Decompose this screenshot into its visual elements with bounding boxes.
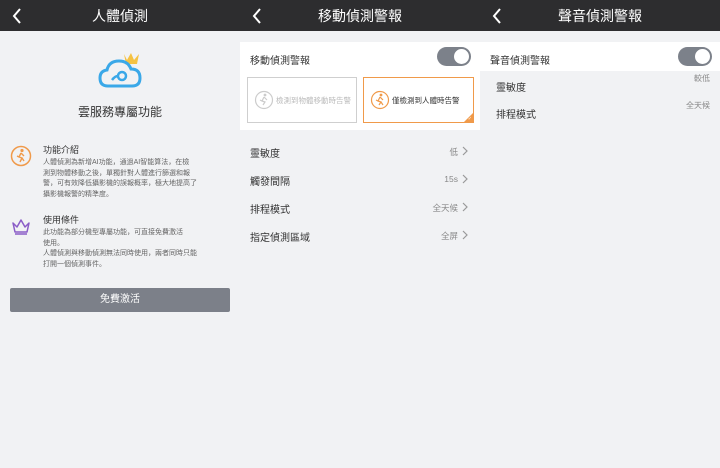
option-human-only-text: 僅檢測到人體時告警 (392, 96, 460, 105)
row-label: 排程模式 (250, 205, 290, 216)
toggle-knob (695, 49, 710, 64)
feature-intro: 功能介紹 人體偵測為新增AI功能，通過AI智能算法，在檢 測到物體移動之後，單獨… (10, 143, 232, 213)
row-label: 指定偵測區域 (250, 233, 310, 244)
row-value: 低 (449, 147, 458, 157)
sound-detection-screen: 聲音偵測警報 聲音偵測警報 靈敏度 較低 排程模式 全天候 (480, 0, 720, 468)
row-value: 全屏 (440, 231, 458, 241)
chevron-right-icon (462, 174, 468, 184)
row-schedule-mode[interactable]: 排程模式 全天候 (240, 193, 480, 221)
sound-alert-toggle[interactable] (678, 47, 712, 66)
object-motion-icon (254, 90, 274, 110)
row-label: 觸發間隔 (250, 177, 290, 188)
page-title: 聲音偵測警報 (558, 8, 642, 24)
intro-body: 人體偵測為新增AI功能，通過AI智能算法，在檢 測到物體移動之後，單獨針對人體進… (43, 159, 197, 198)
intro-heading: 功能介紹 (43, 145, 80, 155)
feature-conditions: 使用條件 此功能為部分機型專屬功能，可直接免費激活 使用。 人體偵測與移動偵測無… (10, 213, 232, 273)
sound-toggle-row: 聲音偵測警報 (480, 42, 720, 71)
cloud-crown-icon (98, 50, 144, 90)
chevron-right-icon (462, 202, 468, 212)
conditions-body: 此功能為部分機型專屬功能，可直接免費激活 使用。 人體偵測與移動偵測無法同時使用… (43, 229, 197, 268)
row-trigger-interval[interactable]: 觸發間隔 15s (240, 165, 480, 193)
free-activate-button[interactable]: 免費激活 (10, 288, 230, 312)
motion-detection-screen: 移動偵測警報 移動偵測警報 檢測到物體移動時告警 僅檢測到人體時告警 ✓ 靈敏度… (240, 0, 480, 468)
sound-toggle-label: 聲音偵測警報 (490, 56, 550, 67)
row-sensitivity[interactable]: 靈敏度 較低 (480, 71, 720, 97)
row-schedule-mode[interactable]: 排程模式 全天候 (480, 98, 720, 124)
chevron-right-icon (462, 230, 468, 240)
motion-alert-toggle[interactable] (437, 47, 471, 66)
human-walk-icon (370, 90, 390, 110)
row-label: 靈敏度 (250, 149, 280, 160)
nav-bar: 人體偵測 (0, 0, 240, 31)
cloud-service-title: 雲服務專屬功能 (77, 105, 162, 119)
option-object-motion-text: 檢測到物體移動時告警 (276, 96, 351, 105)
row-value: 全天候 (432, 203, 458, 213)
conditions-heading: 使用條件 (43, 215, 80, 225)
option-object-motion[interactable]: 檢測到物體移動時告警 (247, 77, 357, 123)
check-icon: ✓ (467, 116, 472, 122)
page-title: 移動偵測警報 (318, 8, 402, 24)
crown-icon (10, 215, 32, 237)
row-value: 15s (444, 174, 458, 184)
toggle-knob (454, 49, 469, 64)
chevron-right-icon (462, 146, 468, 156)
row-detection-area[interactable]: 指定偵測區域 全屏 (240, 221, 480, 249)
row-value: 較低 (694, 74, 710, 83)
option-human-only[interactable]: 僅檢測到人體時告警 ✓ (363, 77, 474, 123)
row-label: 排程模式 (496, 110, 536, 121)
nav-bar: 移動偵測警報 (240, 0, 480, 31)
page-title: 人體偵測 (92, 8, 148, 24)
row-sensitivity[interactable]: 靈敏度 低 (240, 137, 480, 165)
human-walk-icon (10, 145, 32, 167)
nav-bar: 聲音偵測警報 (480, 0, 720, 31)
human-detection-screen: 人體偵測 雲服務專屬功能 功能介紹 人體偵測為新增AI功能，通過AI智能算法，在… (0, 0, 240, 468)
row-label: 靈敏度 (496, 83, 526, 94)
motion-settings-card: 移動偵測警報 檢測到物體移動時告警 僅檢測到人體時告警 ✓ (240, 42, 480, 130)
row-value: 全天候 (686, 101, 710, 110)
motion-toggle-label: 移動偵測警報 (250, 56, 310, 67)
